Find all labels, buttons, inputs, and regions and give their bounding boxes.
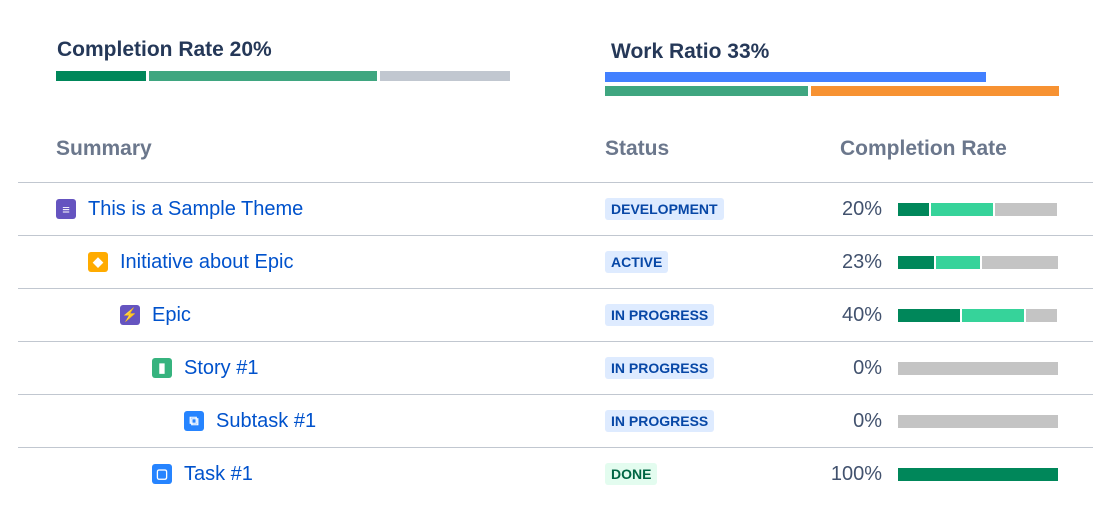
completion-bar [898, 203, 1058, 216]
completion-rate-bar-segment [56, 71, 146, 81]
summary-cell: ▢ Task #1 [152, 448, 253, 500]
table-row[interactable]: ≡ This is a Sample Theme DEVELOPMENT 20% [18, 182, 1093, 235]
completion-bar-segment [898, 362, 1058, 375]
completion-percent: 23% [841, 251, 882, 273]
summary-column-header[interactable]: Summary [56, 137, 152, 161]
work-ratio-bottom-segment [605, 86, 808, 96]
work-ratio-summary: Work Ratio 33% [611, 40, 769, 64]
summary-cell: ⧉ Subtask #1 [184, 395, 316, 447]
status-badge: IN PROGRESS [605, 357, 715, 379]
completion-bar-segment [898, 309, 960, 322]
issue-link[interactable]: Subtask #1 [216, 410, 316, 433]
issue-link[interactable]: Initiative about Epic [120, 251, 293, 274]
summary-cell: ▮ Story #1 [152, 342, 258, 394]
work-ratio-top-segment [605, 72, 986, 82]
work-ratio-title: Work Ratio 33% [611, 40, 770, 63]
completion-bar-segment [931, 203, 993, 216]
issue-link[interactable]: Epic [152, 304, 191, 327]
completion-bar [898, 362, 1058, 375]
completion-bar [898, 309, 1058, 322]
status-badge: DONE [605, 463, 658, 485]
completion-bar [898, 468, 1058, 481]
work-ratio-top-bar [605, 72, 1059, 82]
completion-bar-segment [898, 468, 1058, 481]
completion-rate-title: Completion Rate 20% [57, 38, 272, 61]
completion-percent: 0% [853, 410, 882, 432]
initiative-icon: ◆ [88, 252, 108, 272]
completion-percent: 0% [853, 357, 882, 379]
task-icon: ▢ [152, 464, 172, 484]
table-row[interactable]: ◆ Initiative about Epic ACTIVE 23% [18, 235, 1093, 288]
issue-table: ≡ This is a Sample Theme DEVELOPMENT 20% ◆ In… [18, 182, 1093, 500]
completion-rate-bar-segment [149, 71, 377, 81]
status-badge: ACTIVE [605, 251, 669, 273]
status-badge: DEVELOPMENT [605, 198, 724, 220]
issue-link[interactable]: Story #1 [184, 357, 258, 380]
summary-cell: ⚡ Epic [120, 289, 191, 341]
completion-rate-bar [56, 71, 510, 81]
completion-percent: 40% [841, 304, 882, 326]
table-row[interactable]: ▮ Story #1 IN PROGRESS 0% [18, 341, 1093, 394]
summary-cell: ≡ This is a Sample Theme [56, 183, 303, 235]
completion-bar-segment [995, 203, 1057, 216]
completion-bar-segment [982, 256, 1058, 269]
theme-icon: ≡ [56, 199, 76, 219]
completion-bar-segment [962, 309, 1024, 322]
status-badge: IN PROGRESS [605, 410, 715, 432]
subtask-icon: ⧉ [184, 411, 204, 431]
completion-percent: 100% [830, 463, 882, 485]
completion-bar-segment [898, 415, 1058, 428]
completion-bar-segment [1026, 309, 1057, 322]
table-row[interactable]: ⚡ Epic IN PROGRESS 40% [18, 288, 1093, 341]
completion-rate-summary: Completion Rate 20% [57, 38, 272, 62]
issue-link[interactable]: This is a Sample Theme [88, 198, 303, 221]
epic-icon: ⚡ [120, 305, 140, 325]
table-header: Summary Status Completion Rate [0, 137, 1111, 167]
completion-rate-bar-segment [380, 71, 510, 81]
completion-rate-column-header[interactable]: Completion Rate [840, 137, 1007, 161]
completion-percent: 20% [841, 198, 882, 220]
status-column-header[interactable]: Status [605, 137, 669, 161]
completion-bar-segment [898, 256, 934, 269]
completion-bar [898, 256, 1058, 269]
story-icon: ▮ [152, 358, 172, 378]
issue-link[interactable]: Task #1 [184, 463, 253, 486]
completion-bar-segment [936, 256, 980, 269]
work-ratio-bottom-bar [605, 86, 1059, 96]
summary-cell: ◆ Initiative about Epic [88, 236, 293, 288]
table-row[interactable]: ▢ Task #1 DONE 100% [18, 447, 1093, 500]
table-row[interactable]: ⧉ Subtask #1 IN PROGRESS 0% [18, 394, 1093, 447]
status-badge: IN PROGRESS [605, 304, 715, 326]
work-ratio-bottom-segment [811, 86, 1059, 96]
completion-bar-segment [898, 203, 929, 216]
completion-bar [898, 415, 1058, 428]
